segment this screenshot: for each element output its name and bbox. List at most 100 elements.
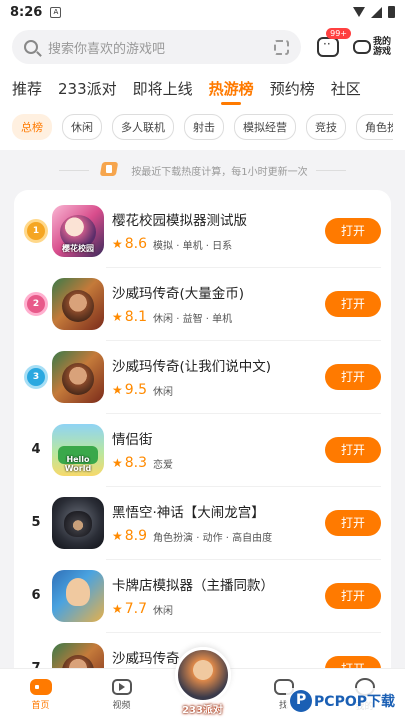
game-row[interactable]: 5 黑悟空·神话【大闹龙宫】 ★ 8.9 角色扮演 · 动作 · 高自由度 打开 (14, 486, 391, 559)
wifi-icon (353, 7, 365, 17)
star-icon: ★ (112, 310, 123, 324)
star-icon: ★ (112, 237, 123, 251)
gamepad-home-icon (29, 678, 52, 695)
open-button[interactable]: 打开 (325, 363, 381, 390)
rank: 3 (24, 367, 48, 386)
signal-icon (371, 6, 382, 18)
game-score: 9.5 (124, 382, 148, 398)
game-icon-label: 樱花校园 (62, 243, 94, 253)
game-icon[interactable] (52, 496, 104, 549)
search-icon (24, 40, 38, 54)
watermark-text: PCPOP下载 (314, 694, 395, 710)
nav-video[interactable]: 视频 (81, 669, 162, 720)
game-title: 情侣街 (112, 432, 153, 448)
open-button[interactable]: 打开 (325, 290, 381, 317)
party-avatar-icon (174, 647, 231, 703)
game-row[interactable]: 2 沙威玛传奇(大量金币) ★ 8.1 休闲 · 益智 · 单机 打开 (14, 267, 391, 340)
game-tags: 休闲 (153, 386, 174, 398)
tab-2[interactable]: 即将上线 (133, 78, 193, 99)
scan-icon[interactable] (274, 39, 289, 55)
notification-icon: A (50, 6, 62, 18)
my-games-button[interactable]: 我的游戏 (353, 37, 393, 57)
game-icon[interactable] (52, 277, 104, 330)
open-button[interactable]: 打开 (325, 509, 381, 536)
game-title: 樱花校园模拟器测试版 (112, 213, 247, 229)
category-chip[interactable]: 射击 (184, 114, 224, 140)
gamepad-icon (353, 40, 371, 54)
game-row[interactable]: 6 卡牌店模拟器（主播同款） ★ 7.7 休闲 打开 (14, 559, 391, 632)
category-chip[interactable]: 总榜 (12, 114, 52, 140)
game-tags: 休闲 · 益智 · 单机 (153, 313, 233, 325)
game-tags: 角色扮演 · 动作 · 高自由度 (153, 532, 273, 544)
game-info: 沙威玛传奇(让我们说中文) ★ 9.5 休闲 (112, 355, 325, 398)
tab-4[interactable]: 预约榜 (270, 78, 315, 99)
my-games-label: 我的游戏 (373, 37, 392, 57)
game-icon[interactable]: 樱花校园 (52, 204, 104, 257)
rank: 6 (31, 588, 41, 603)
update-note-text: 按最近下载热度计算，每1小时更新一次 (131, 166, 308, 178)
search-placeholder[interactable]: 搜索你喜欢的游戏吧 (48, 38, 274, 57)
game-title: 黑悟空·神话【大闹龙宫】 (112, 505, 265, 521)
game-meta: ★ 7.7 休闲 (112, 601, 325, 617)
category-chips: 总榜休闲多人联机射击模拟经营竞技角色扮演动作 (12, 106, 393, 150)
rank: 5 (31, 515, 41, 530)
top-tabs: 推荐 233派对 即将上线 热游榜 预约榜 社区 (12, 70, 393, 106)
game-meta: ★ 8.3 恋爱 (112, 455, 325, 471)
messages-button[interactable]: 99+ (313, 28, 351, 64)
game-row[interactable]: 4 Hello World 情侣街 ★ 8.3 恋爱 打开 (14, 413, 391, 486)
open-button[interactable]: 打开 (325, 436, 381, 463)
battery-icon (388, 6, 395, 18)
game-icon[interactable] (52, 569, 104, 622)
star-icon: ★ (112, 602, 123, 616)
game-title: 卡牌店模拟器（主播同款） (112, 578, 274, 594)
rank: 2 (24, 294, 48, 313)
game-title: 沙威玛传奇(让我们说中文) (112, 359, 272, 375)
game-info: 樱花校园模拟器测试版 ★ 8.6 模拟 · 单机 · 日系 (112, 209, 325, 252)
game-score: 8.9 (124, 528, 148, 544)
category-chip[interactable]: 角色扮演 (356, 114, 393, 140)
video-icon (111, 678, 132, 695)
header: 搜索你喜欢的游戏吧 99+ 我的游戏 推荐 233派对即将上线热游榜预约榜社区 总… (0, 24, 405, 150)
tab-1[interactable]: 233派对 (58, 78, 117, 99)
message-icon (317, 37, 339, 57)
game-tags: 模拟 · 单机 · 日系 (153, 240, 233, 252)
ranking-list: 1 樱花校园 樱花校园模拟器测试版 ★ 8.6 模拟 · 单机 · 日系 打开 2 沙威玛传奇(… (14, 190, 391, 709)
status-bar: 8:26 A (0, 0, 405, 24)
divider (315, 169, 346, 171)
status-icons (353, 6, 395, 18)
game-info: 黑悟空·神话【大闹龙宫】 ★ 8.9 角色扮演 · 动作 · 高自由度 (112, 501, 325, 544)
watermark: PCPOP下载 (286, 688, 399, 714)
update-note: 按最近下载热度计算，每1小时更新一次 (0, 150, 405, 190)
nav-video-label: 视频 (112, 700, 131, 711)
game-row[interactable]: 1 樱花校园 樱花校园模拟器测试版 ★ 8.6 模拟 · 单机 · 日系 打开 (14, 194, 391, 267)
rank-medal-icon: 2 (27, 294, 45, 313)
tab-3[interactable]: 热游榜 (209, 78, 254, 99)
rank-medal-icon: 3 (27, 367, 45, 386)
tab-5[interactable]: 社区 (331, 78, 361, 99)
rank: 4 (31, 442, 41, 457)
search-box[interactable]: 搜索你喜欢的游戏吧 (12, 30, 301, 64)
nav-party-label: 233派对 (182, 705, 223, 716)
game-row[interactable]: 3 沙威玛传奇(让我们说中文) ★ 9.5 休闲 打开 (14, 340, 391, 413)
category-chip[interactable]: 休闲 (62, 114, 102, 140)
category-chip[interactable]: 竞技 (306, 114, 346, 140)
nav-home[interactable]: 首页 (0, 669, 81, 720)
nav-party[interactable]: 233派对 (162, 647, 243, 720)
game-icon[interactable]: Hello World (52, 423, 104, 476)
game-tags: 休闲 (153, 605, 174, 617)
game-title: 沙威玛传奇(大量金币) (112, 286, 245, 302)
category-chip[interactable]: 模拟经营 (234, 114, 296, 140)
game-meta: ★ 8.9 角色扮演 · 动作 · 高自由度 (112, 528, 325, 544)
message-badge: 99+ (326, 28, 351, 39)
category-chip[interactable]: 多人联机 (112, 114, 174, 140)
divider (59, 169, 90, 171)
nav-home-label: 首页 (31, 700, 50, 711)
game-icon-label: Hello World (64, 454, 92, 473)
open-button[interactable]: 打开 (325, 582, 381, 609)
game-tags: 恋爱 (153, 459, 174, 471)
open-button[interactable]: 打开 (325, 217, 381, 244)
watermark-logo (290, 690, 313, 712)
tab-0[interactable]: 推荐 (12, 78, 42, 99)
game-icon[interactable] (52, 350, 104, 403)
hourglass-icon (97, 160, 123, 180)
